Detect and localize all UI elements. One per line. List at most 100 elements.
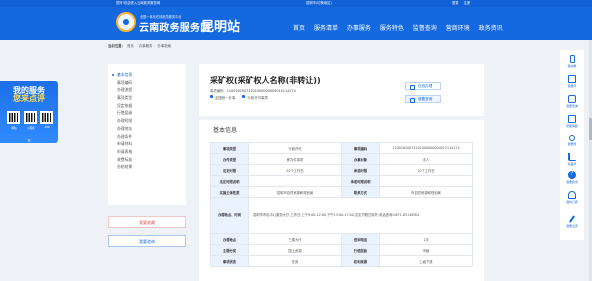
rail-review[interactable]: 我要点评 [560, 215, 584, 228]
cell-key: 联系方式 [341, 186, 380, 198]
cell-key: 办事对象 [341, 153, 380, 165]
table-row: 办理地点、时间 昆明市市民中心服务大厅,工作日:上午9:00-12:00,下午1… [210, 197, 473, 234]
qr-code-icon [40, 111, 53, 124]
bell-icon [568, 191, 576, 199]
nav-services[interactable]: 办事服务 [347, 25, 371, 32]
site-city: 昆明站 [201, 20, 241, 35]
menu-item[interactable]: 设定依据 [108, 102, 186, 110]
cell-key: 承诺时限说明 [341, 175, 380, 187]
menu-item[interactable]: 办理流程 [108, 86, 186, 94]
cell-value: 20个工作日 [248, 164, 342, 176]
menu-item[interactable]: 事项类型 [108, 94, 186, 102]
cell-value [248, 175, 342, 187]
menu-item[interactable]: 收费标准 [108, 156, 186, 164]
menu-item-basic-info[interactable]: 基本信息 [108, 71, 186, 79]
thumb-up-icon [568, 153, 576, 161]
rail-label: 移动端 [567, 64, 577, 68]
cell-value: 11001620073201000000000015114174 [379, 142, 473, 154]
rail-rating[interactable]: 好差评 [560, 153, 584, 166]
cell-key: 实施主体性质 [210, 186, 249, 198]
table-row: 事项状态 在用 权利来源 上级下放 [210, 255, 473, 267]
menu-item[interactable]: 事项编码 [108, 79, 186, 87]
menu-item[interactable]: 办理地址 [108, 125, 186, 133]
menu-item[interactable]: 申请表格 [108, 148, 186, 156]
nav-business-env[interactable]: 营商环境 [446, 25, 470, 32]
close-icon[interactable]: × [27, 138, 31, 144]
cell-key: 事项状态 [210, 255, 249, 267]
phone-icon [569, 55, 575, 63]
consult-button[interactable]: 我要咨询 [108, 235, 186, 247]
cell-key: 事项编码 [341, 142, 380, 154]
rail-label: 我要找 [567, 142, 577, 146]
cell-key: 法定时限 [210, 164, 249, 176]
nav-featured[interactable]: 服务特色 [380, 25, 404, 32]
menu-item[interactable]: 办结结果 [108, 163, 186, 171]
rail-label: 我要投诉 [566, 180, 578, 184]
rail-mobile[interactable]: 移动端 [560, 55, 584, 68]
menu-item[interactable]: 行使层级 [108, 109, 186, 117]
rail-consult[interactable]: 我要咨询 [560, 95, 584, 108]
cell-value [379, 175, 473, 187]
cell-key: 法定时限说明 [210, 175, 249, 187]
apply-online-button[interactable]: 在线办理 [405, 82, 441, 90]
cell-key: 办件类型 [210, 153, 249, 165]
search-icon [569, 135, 575, 141]
rail-label: 智能客服 [566, 124, 578, 128]
qr-code-icon [24, 111, 37, 124]
rail-search[interactable]: 我要找 [560, 135, 584, 146]
qr-code-icon [7, 111, 20, 124]
pen-icon [568, 215, 576, 223]
consult-inline-button[interactable]: 我要咨询 [405, 95, 441, 103]
cell-value: 法人 [379, 153, 473, 165]
item-code-value: 11001620073201000000000015114174 [226, 89, 296, 93]
cell-key: 事项类型 [210, 142, 249, 154]
menu-item[interactable]: 办理条件 [108, 133, 186, 141]
cell-key: 办理地点 [210, 233, 249, 245]
table-row: 主题分类 国土资源 行使层级 市级 [210, 244, 473, 256]
cell-key: 承诺时限 [341, 164, 380, 176]
nav-supervision[interactable]: 监督查询 [413, 25, 437, 32]
site-logo-icon[interactable] [116, 12, 136, 32]
cell-key: 主题分类 [210, 244, 249, 256]
rail-ask[interactable]: 我要问 [560, 75, 584, 88]
cell-value: 市自然资源和规划局 [379, 186, 473, 198]
auth-links: 登录 注册 [452, 0, 474, 7]
menu-item[interactable]: 办理时限 [108, 117, 186, 125]
basic-info-table: 事项类型 行政许可 事项编码 1100162007320100000000001… [210, 142, 473, 267]
menu-item[interactable]: 申请材料 [108, 140, 186, 148]
rail-label: 我要点评 [566, 224, 578, 228]
table-row: 事项类型 行政许可 事项编码 1100162007320100000000001… [210, 142, 473, 154]
top-bar: 您好!欢迎进入云南政务服务网 昆明市(切换地区) 登录 注册 [0, 0, 592, 7]
nav-service-list[interactable]: 服务清单 [314, 25, 338, 32]
cell-value: 10个工作日 [379, 164, 473, 176]
rail-label: 好差评 [567, 162, 577, 166]
favorite-button[interactable]: 我要收藏 [108, 216, 186, 228]
rail-label: 我要问 [567, 84, 577, 88]
rail-label: 我的订阅 [566, 200, 578, 204]
item-code-label: 事项编码: [210, 89, 225, 93]
item-tag: 行政许可事项 [242, 95, 268, 100]
nav-news[interactable]: 政务资讯 [479, 25, 503, 32]
evaluation-promo[interactable]: 我的服务 您来点评 网站 小程序 APP × [0, 81, 58, 144]
region-switch[interactable]: 昆明市(切换地区) [306, 0, 332, 7]
main-nav: 首页 服务清单 办事服务 服务特色 监督查询 营商环境 政务资讯 [293, 23, 510, 32]
guide-side-menu: 基本信息 事项编码 办理流程 事项类型 设定依据 行使层级 办理时限 办理地址 … [108, 64, 186, 205]
cell-value: 在用 [248, 255, 342, 267]
site-name[interactable]: 云南政务服务网 [139, 19, 210, 34]
breadcrumb: 当前位置: 首页 办事服务 办事指南 [108, 43, 175, 48]
cell-value: 即办件事项 [248, 153, 342, 165]
floating-service-rail: 移动端 我要问 我要咨询 智能客服 我要找 好差评 我要投诉 我的订阅 我要点评 [560, 50, 584, 240]
cell-value: 上级下放 [379, 255, 473, 267]
cell-key: 咨询电话 [341, 233, 380, 245]
qr-label: APP [44, 126, 50, 129]
rail-complaint[interactable]: 我要投诉 [560, 170, 584, 184]
login-link[interactable]: 登录 [452, 1, 459, 5]
promo-title-2: 您来点评 [13, 94, 45, 103]
breadcrumb-home[interactable]: 首页 [127, 44, 134, 48]
breadcrumb-services[interactable]: 办事服务 [139, 44, 153, 48]
rail-subscribe[interactable]: 我的订阅 [560, 191, 584, 204]
cell-value: 三楼大厅 [248, 233, 342, 245]
register-link[interactable]: 注册 [464, 1, 471, 5]
nav-home[interactable]: 首页 [293, 25, 305, 32]
rail-bot[interactable]: 智能客服 [560, 115, 584, 128]
